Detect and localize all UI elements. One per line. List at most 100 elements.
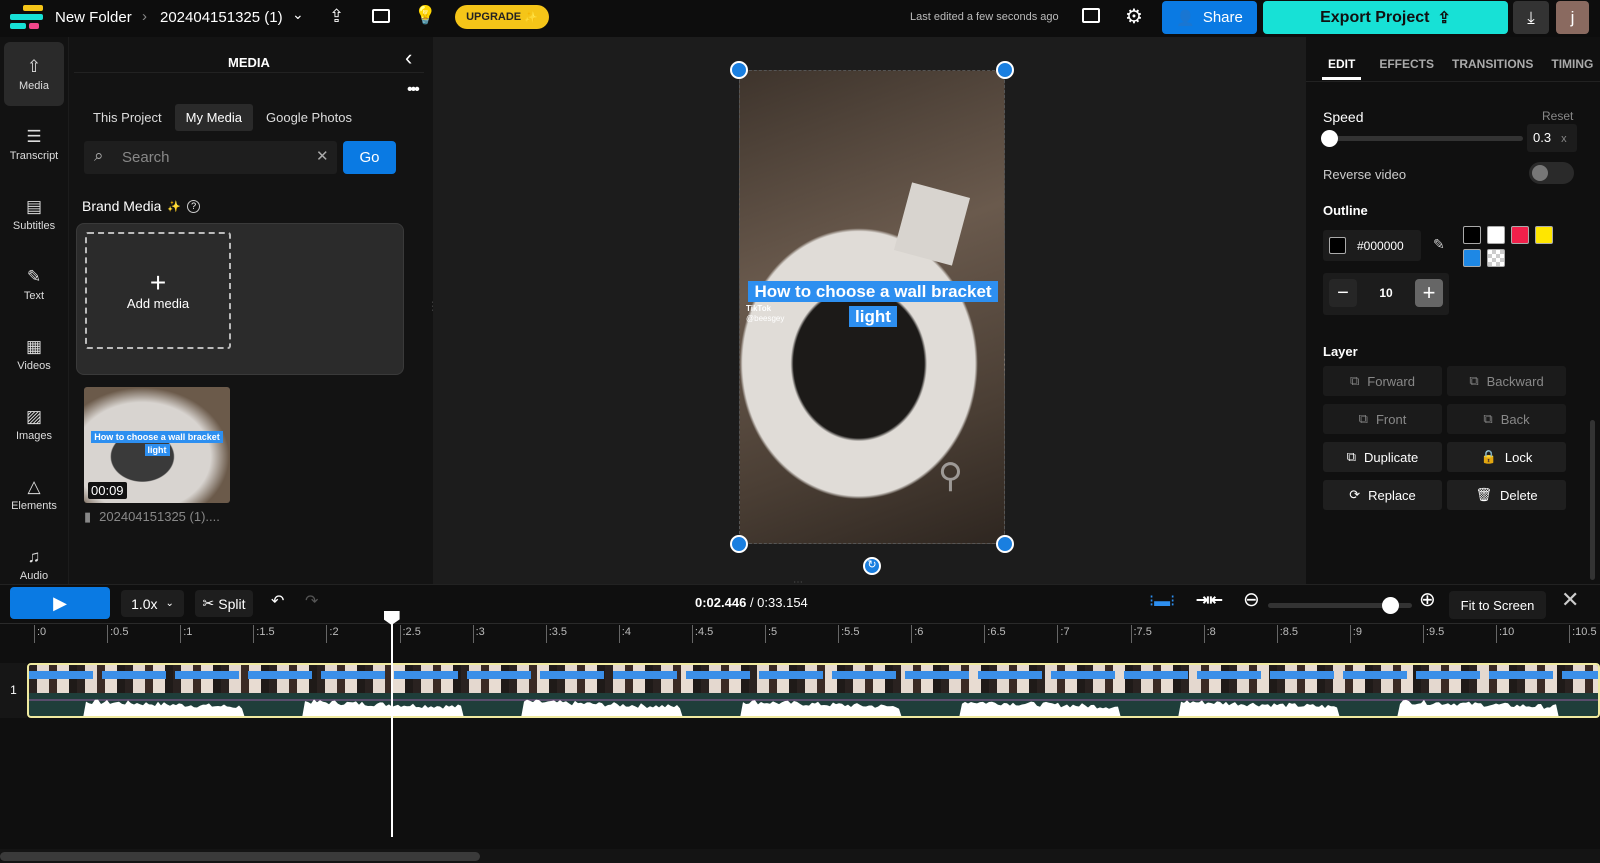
export-project-button[interactable]: Export Project ⇪ bbox=[1263, 1, 1508, 34]
app-logo[interactable] bbox=[10, 5, 43, 30]
speed-slider[interactable] bbox=[1321, 130, 1523, 147]
zoom-out-icon[interactable]: ⊖ bbox=[1243, 587, 1260, 612]
split-button[interactable]: ✂ Split bbox=[195, 590, 253, 617]
search-input[interactable]: ⌕ Search ✕ bbox=[84, 141, 337, 174]
lightbulb-icon[interactable]: 💡 bbox=[414, 5, 436, 26]
outline-width-stepper[interactable]: − 10 + bbox=[1323, 273, 1449, 315]
ruler-tick: :0.5 bbox=[107, 625, 128, 643]
playhead[interactable] bbox=[383, 611, 400, 837]
gear-icon[interactable]: ⚙ bbox=[1125, 4, 1143, 29]
increase-button[interactable]: + bbox=[1415, 279, 1443, 307]
captions-icon[interactable] bbox=[372, 9, 390, 23]
forward-button[interactable]: ⧉ Forward bbox=[1323, 366, 1442, 396]
resize-handle-top-left[interactable] bbox=[730, 61, 748, 79]
rail-item-label: Videos bbox=[17, 359, 51, 372]
ruler-tick: :5 bbox=[765, 625, 777, 643]
back-button[interactable]: ⧉ Back bbox=[1447, 404, 1566, 434]
ruler-tick: :10.5 bbox=[1569, 625, 1597, 643]
reverse-video-toggle[interactable] bbox=[1529, 162, 1574, 184]
undo-icon[interactable]: ↶ bbox=[271, 591, 284, 611]
comments-icon[interactable] bbox=[1082, 8, 1100, 23]
tab-transitions[interactable]: TRANSITIONS bbox=[1452, 57, 1533, 80]
upload-icon[interactable]: ⇪ bbox=[329, 6, 344, 27]
replace-button[interactable]: ⟳ Replace bbox=[1323, 480, 1442, 510]
outline-color-input[interactable]: #000000 bbox=[1323, 230, 1421, 261]
zoom-slider-thumb[interactable] bbox=[1382, 597, 1400, 614]
resize-handle-bottom-left[interactable] bbox=[730, 535, 748, 553]
tab-my-media[interactable]: My Media bbox=[174, 104, 253, 131]
top-bar: New Folder › 202404151325 (1) ⌄ ⇪ 💡 UPGR… bbox=[0, 0, 1600, 37]
rail-item-images[interactable]: ▨ Images bbox=[4, 392, 64, 456]
panel-scrollbar[interactable] bbox=[1590, 420, 1595, 580]
lock-icon: 🔒 bbox=[1480, 449, 1497, 464]
tab-edit[interactable]: EDIT bbox=[1322, 57, 1362, 80]
timeline-ruler[interactable]: :0:0.5:1:1.5:2:2.5:3:3.5:4:4.5:5:5.5:6:6… bbox=[0, 625, 1600, 645]
rail-item-media[interactable]: ⇧ Media bbox=[4, 42, 64, 106]
add-media-button[interactable]: + Add media bbox=[85, 232, 231, 349]
download-button[interactable]: ⤓ bbox=[1513, 1, 1549, 34]
timeline-scrollbar[interactable] bbox=[0, 849, 1600, 863]
brand-media-box: + Add media bbox=[76, 223, 404, 375]
rail-item-elements[interactable]: △ Elements bbox=[4, 462, 64, 526]
clear-search-icon[interactable]: ✕ bbox=[316, 147, 329, 165]
go-button[interactable]: Go bbox=[343, 141, 396, 174]
playback-speed-select[interactable]: 1.0x ⌄ bbox=[121, 590, 184, 617]
rotate-handle-icon[interactable]: ↻ bbox=[863, 557, 881, 575]
media-thumbnail[interactable]: How to choose a wall bracket light 00:09 bbox=[84, 387, 230, 503]
search-icon: ⌕ bbox=[94, 146, 104, 165]
ruler-tick: :5.5 bbox=[838, 625, 859, 643]
tab-effects[interactable]: EFFECTS bbox=[1379, 57, 1434, 80]
ruler-tick: :8.5 bbox=[1276, 625, 1298, 643]
rail-item-videos[interactable]: ▦ Videos bbox=[4, 322, 64, 386]
resize-handle-bottom-right[interactable] bbox=[996, 535, 1014, 553]
fit-to-screen-button[interactable]: Fit to Screen bbox=[1449, 591, 1546, 619]
color-swatch[interactable] bbox=[1463, 249, 1481, 267]
snap-icon[interactable]: ⁝▬⁝ bbox=[1149, 591, 1175, 611]
tab-google-photos[interactable]: Google Photos bbox=[257, 104, 361, 131]
fit-clips-icon[interactable]: ⇥⇤ bbox=[1196, 590, 1223, 610]
color-swatch[interactable] bbox=[1511, 226, 1529, 244]
panel-title: MEDIA bbox=[228, 55, 270, 70]
resize-handle-top-right[interactable] bbox=[996, 61, 1014, 79]
video-clip[interactable] bbox=[27, 663, 1600, 718]
tab-this-project[interactable]: This Project bbox=[84, 104, 171, 131]
timeline-resize-handle[interactable]: ⋯ bbox=[793, 577, 803, 588]
breadcrumb-folder[interactable]: New Folder bbox=[55, 9, 132, 26]
color-swatch[interactable] bbox=[1487, 226, 1505, 244]
color-swatch[interactable] bbox=[1487, 249, 1505, 267]
avatar[interactable]: j bbox=[1556, 1, 1589, 34]
reset-speed-button[interactable]: Reset bbox=[1542, 109, 1573, 123]
color-swatch[interactable] bbox=[1463, 226, 1481, 244]
help-icon[interactable]: ? bbox=[187, 199, 201, 213]
rail-item-subtitles[interactable]: ▤ Subtitles bbox=[4, 182, 64, 246]
speed-slider-thumb[interactable] bbox=[1321, 130, 1338, 147]
chevron-down-icon[interactable]: ⌄ bbox=[292, 6, 304, 23]
share-button[interactable]: 👤 Share bbox=[1162, 1, 1257, 34]
video-frame[interactable]: How to choose a wall bracket light TikTok… bbox=[739, 70, 1005, 544]
lock-button[interactable]: 🔒 Lock bbox=[1447, 442, 1566, 472]
breadcrumb-separator-icon: › bbox=[142, 8, 147, 25]
delete-button[interactable]: 🗑 Delete bbox=[1447, 480, 1566, 510]
tab-timing[interactable]: TIMING bbox=[1551, 57, 1593, 80]
close-timeline-icon[interactable]: ✕ bbox=[1561, 587, 1579, 613]
front-button[interactable]: ⧉ Front bbox=[1323, 404, 1442, 434]
timeline-zoom-slider[interactable] bbox=[1268, 597, 1412, 614]
rail-item-transcript[interactable]: ☰ Transcript bbox=[4, 112, 64, 176]
upgrade-button[interactable]: UPGRADE ✨ bbox=[455, 5, 549, 29]
ruler-tick: :6.5 bbox=[984, 625, 1006, 643]
duplicate-button[interactable]: ⧉ Duplicate bbox=[1323, 442, 1442, 472]
ruler-tick: :1 bbox=[180, 625, 192, 643]
scrollbar-thumb[interactable] bbox=[0, 852, 480, 861]
project-name[interactable]: 202404151325 (1) bbox=[160, 9, 283, 26]
rail-item-text[interactable]: ✎ Text bbox=[4, 252, 64, 316]
color-swatch[interactable] bbox=[1535, 226, 1553, 244]
play-button[interactable]: ▶ bbox=[10, 587, 110, 619]
speed-value-input[interactable]: 0.3 x bbox=[1527, 124, 1577, 152]
eyedropper-icon[interactable]: ✎ bbox=[1433, 236, 1445, 253]
collapse-panel-icon[interactable]: ‹ bbox=[405, 45, 412, 71]
redo-icon[interactable]: ↷ bbox=[305, 591, 318, 611]
backward-button[interactable]: ⧉ Backward bbox=[1447, 366, 1566, 396]
zoom-in-icon[interactable]: ⊕ bbox=[1419, 587, 1436, 612]
more-options-icon[interactable]: ••• bbox=[407, 81, 420, 99]
ruler-tick: :4.5 bbox=[691, 625, 713, 643]
